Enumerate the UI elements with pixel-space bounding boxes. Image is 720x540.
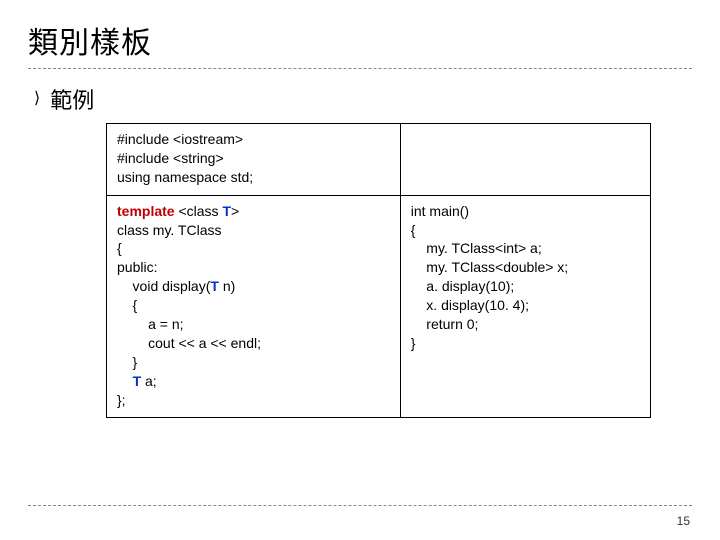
code-line: #include <iostream> — [117, 131, 243, 147]
code-line: int main() — [411, 203, 469, 219]
code-line: { — [117, 240, 122, 256]
code-line: } — [117, 354, 137, 370]
code-line: #include <string> — [117, 150, 224, 166]
code-line: a. display(10); — [411, 278, 515, 294]
bullet-row: ⟩ 範例 — [34, 83, 692, 115]
code-type-param: T — [210, 278, 219, 294]
code-text: > — [231, 203, 239, 219]
code-line: using namespace std; — [117, 169, 253, 185]
code-cell-bottom-right: int main() { my. TClass<int> a; my. TCla… — [400, 195, 650, 418]
bullet-text: 範例 — [50, 83, 94, 115]
code-keyword: template — [117, 203, 175, 219]
code-text — [117, 373, 133, 389]
code-line: } — [411, 335, 416, 351]
code-cell-top-left: #include <iostream> #include <string> us… — [107, 124, 401, 196]
footer-divider — [28, 505, 692, 506]
bullet-icon: ⟩ — [34, 91, 40, 107]
code-line: return 0; — [411, 316, 479, 332]
code-cell-top-right — [400, 124, 650, 196]
code-line: }; — [117, 392, 126, 408]
code-line: x. display(10. 4); — [411, 297, 529, 313]
code-line: { — [117, 297, 137, 313]
code-line: class my. TClass — [117, 222, 222, 238]
code-text: n) — [219, 278, 235, 294]
code-text: <class — [175, 203, 223, 219]
code-type-param: T — [133, 373, 142, 389]
code-line: public: — [117, 259, 157, 275]
code-cell-bottom-left: template <class T> class my. TClass { pu… — [107, 195, 401, 418]
code-line: my. TClass<double> x; — [411, 259, 568, 275]
code-line: { — [411, 222, 416, 238]
page-number: 15 — [677, 514, 690, 528]
slide: 類別樣板 ⟩ 範例 #include <iostream> #include <… — [0, 0, 720, 540]
code-line: cout << a << endl; — [117, 335, 261, 351]
code-type-param: T — [222, 203, 231, 219]
page-title: 類別樣板 — [28, 18, 692, 69]
code-text: a; — [141, 373, 157, 389]
code-line: my. TClass<int> a; — [411, 240, 542, 256]
code-table: #include <iostream> #include <string> us… — [106, 123, 651, 418]
code-text: void display( — [117, 278, 210, 294]
code-line: a = n; — [117, 316, 184, 332]
